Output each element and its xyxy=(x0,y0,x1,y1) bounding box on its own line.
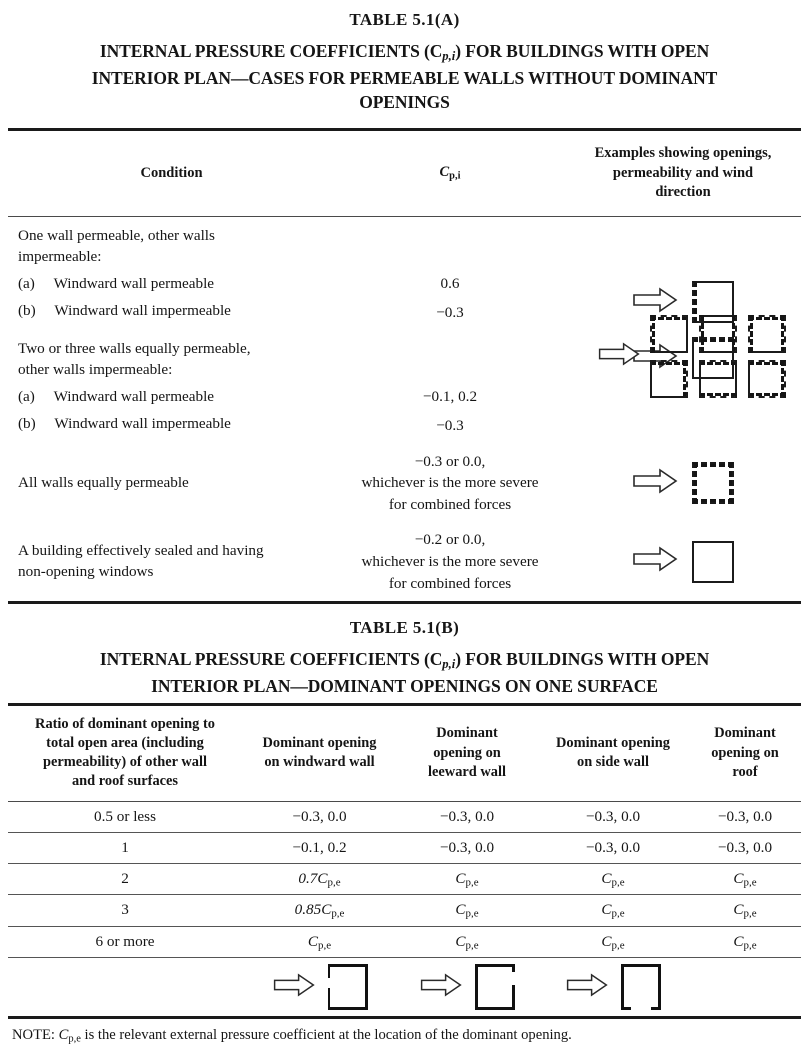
header-side: Dominant opening on side wall xyxy=(556,734,670,771)
header-windward: Dominant opening on windward wall xyxy=(262,734,377,771)
cell-roof: Cp,e xyxy=(733,901,757,920)
cell-windward: 0.85Cp,e xyxy=(294,901,345,920)
cell-cpi-4: −0.2 or 0.0, whichever is the more sever… xyxy=(361,531,539,592)
cell-condition-1: One wall permeable, other walls impermea… xyxy=(8,217,335,330)
cell-diagram-empty xyxy=(8,958,242,1017)
cell-leeward: −0.3, 0.0 xyxy=(439,838,495,856)
cell-condition-3: All walls equally permeable xyxy=(18,473,189,491)
table-a-title: INTERNAL PRESSURE COEFFICIENTS (Cp,i) FO… xyxy=(91,41,718,113)
cell-windward: Cp,e xyxy=(307,932,332,951)
cell-side: Cp,e xyxy=(601,901,625,920)
condition-item-b: (b) Windward wall impermeable xyxy=(18,301,231,319)
cell-cpi-1: x x 0.6 −0.3 xyxy=(335,217,565,330)
building-plan-square-opening-windward xyxy=(327,964,368,1010)
table-row: 6 or more Cp,e Cp,e Cp,e Cp,e xyxy=(8,926,801,958)
table-a: Condition Cp,i Examples showing openings… xyxy=(8,128,801,605)
example-diagram-all-permeable xyxy=(632,462,734,504)
building-plan-square xyxy=(692,462,734,504)
cell-ratio: 6 or more xyxy=(95,932,155,950)
cell-diagram-side xyxy=(537,958,689,1017)
condition-item-b: (b) Windward wall impermeable xyxy=(18,414,231,432)
cell-examples-3 xyxy=(565,444,801,523)
header-ratio: Ratio of dominant opening to total open … xyxy=(35,715,215,790)
building-plan-square xyxy=(649,360,688,399)
table-b-diagram-row xyxy=(8,958,801,1017)
cell-windward: −0.1, 0.2 xyxy=(292,838,347,856)
cell-ratio: 2 xyxy=(121,869,129,887)
table-row: 0.5 or less −0.3, 0.0 −0.3, 0.0 −0.3, 0.… xyxy=(8,802,801,833)
cell-leeward: Cp,e xyxy=(455,869,479,889)
wind-direction-arrow xyxy=(632,546,678,577)
value-a: 0.6 xyxy=(440,275,460,293)
cell-diagram-leeward xyxy=(397,958,537,1017)
cell-windward: 0.7Cp,e xyxy=(298,869,341,889)
cell-side: Cp,e xyxy=(601,932,625,951)
cell-condition-4: A building effectively sealed and having… xyxy=(18,541,264,580)
table-row: 2 0.7Cp,e Cp,e Cp,e Cp,e xyxy=(8,863,801,895)
building-plan-square-opening-leeward xyxy=(475,964,515,1010)
condition-item-a: (a) Windward wall permeable xyxy=(18,274,215,292)
table-row: 3 0.85Cp,e Cp,e Cp,e Cp,e xyxy=(8,895,801,927)
table-row: 1 −0.1, 0.2 −0.3, 0.0 −0.3, 0.0 −0.3, 0.… xyxy=(8,832,801,864)
cell-ratio: 0.5 or less xyxy=(93,807,156,825)
cell-roof: Cp,e xyxy=(733,869,757,889)
value-b: −0.3 xyxy=(436,417,464,435)
document-page: TABLE 5.1(A) INTERNAL PRESSURE COEFFICIE… xyxy=(0,0,809,1044)
cpi-subscript-b: p,i xyxy=(442,656,456,671)
table-b: Ratio of dominant opening to total open … xyxy=(8,702,801,1046)
wind-direction-arrow xyxy=(632,467,678,499)
building-plan-square xyxy=(747,360,786,399)
example-diagram-two-three-walls xyxy=(573,315,809,399)
cell-roof: −0.3, 0.0 xyxy=(717,807,773,825)
cell-cpi-3: −0.3 or 0.0, whichever is the more sever… xyxy=(361,452,539,513)
cell-roof: Cp,e xyxy=(733,932,757,951)
cell-cpi-2: x x −0.1, 0.2 −0.3 xyxy=(335,330,565,443)
cell-diagram-roof-empty xyxy=(689,958,801,1017)
cpi-subscript-a: p,i xyxy=(442,48,456,63)
header-condition: Condition xyxy=(140,164,203,181)
cell-leeward: −0.3, 0.0 xyxy=(439,807,495,825)
wind-direction-arrow xyxy=(565,972,609,1002)
building-plan-square-opening-side xyxy=(621,964,661,1010)
table-b-note: NOTE: Cp,e is the relevant external pres… xyxy=(12,1027,572,1045)
cell-condition-2: Two or three walls equally permeable, ot… xyxy=(8,330,335,443)
table-a-header-row: Condition Cp,i Examples showing openings… xyxy=(8,131,801,216)
building-plan-square xyxy=(698,360,737,399)
cell-side: Cp,e xyxy=(601,869,625,889)
table-row: One wall permeable, other walls impermea… xyxy=(8,217,801,380)
cell-side: −0.3, 0.0 xyxy=(585,838,641,856)
cell-side: −0.3, 0.0 xyxy=(585,807,641,825)
cell-roof: −0.3, 0.0 xyxy=(717,838,773,856)
value-a: −0.1, 0.2 xyxy=(422,388,478,406)
header-examples: Examples showing openings, permeability … xyxy=(594,145,772,201)
cell-diagram-windward xyxy=(242,958,397,1017)
cell-ratio: 3 xyxy=(121,901,129,919)
building-plan-square xyxy=(649,315,688,354)
cell-leeward: Cp,e xyxy=(455,901,479,920)
table-a-number: TABLE 5.1(A) xyxy=(349,10,460,29)
wind-direction-arrow xyxy=(272,972,316,1002)
wind-direction-arrow xyxy=(597,342,641,371)
header-roof: Dominant opening on roof xyxy=(711,725,779,780)
value-b: −0.3 xyxy=(436,303,464,321)
table-b-title: INTERNAL PRESSURE COEFFICIENTS (Cp,i) FO… xyxy=(99,649,710,696)
building-plan-square xyxy=(747,315,786,354)
cell-ratio: 1 xyxy=(121,838,129,856)
header-leeward: Dominant opening on leeward wall xyxy=(428,725,506,780)
cell-windward: −0.3, 0.0 xyxy=(292,807,347,825)
table-b-header-row: Ratio of dominant opening to total open … xyxy=(8,706,801,801)
table-b-number: TABLE 5.1(B) xyxy=(349,618,460,638)
building-plan-square xyxy=(698,315,737,354)
example-diagram-sealed-building xyxy=(632,540,734,583)
table-row: All walls equally permeable −0.3 or 0.0,… xyxy=(8,444,801,523)
wind-direction-arrow xyxy=(632,287,678,318)
cell-examples-4 xyxy=(565,522,801,601)
cell-leeward: Cp,e xyxy=(455,932,479,951)
table-row: A building effectively sealed and having… xyxy=(8,522,801,601)
header-cpi: Cp,i xyxy=(439,164,461,182)
wind-direction-arrow xyxy=(419,972,463,1002)
condition-item-a: (a) Windward wall permeable xyxy=(18,387,215,405)
building-plan-square xyxy=(692,540,734,583)
